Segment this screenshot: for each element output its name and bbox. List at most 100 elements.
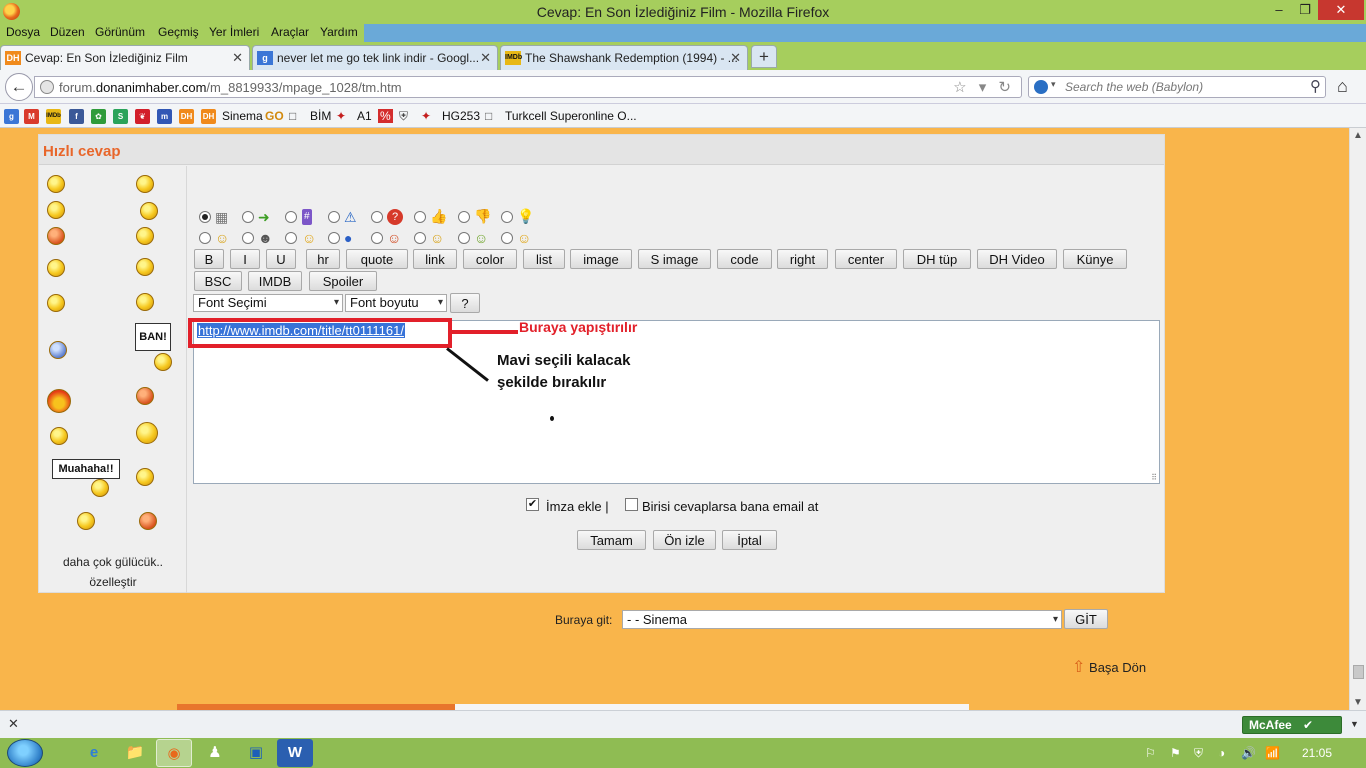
donanimhaber-icon[interactable]: DH [201, 109, 216, 124]
facebook-icon[interactable]: f [69, 109, 84, 124]
internet-explorer-icon[interactable]: e [76, 739, 112, 767]
google-icon[interactable]: g [4, 109, 19, 124]
post-icon-radio[interactable] [371, 211, 383, 223]
muahaha-sign-icon[interactable]: Muahaha!! [52, 459, 120, 479]
bookmark-sinema[interactable]: Sinema [222, 109, 263, 123]
imdb-button[interactable]: IMDB [248, 271, 302, 291]
more-smileys-link[interactable]: daha çok gülücük.. [39, 555, 187, 569]
page-scrollbar[interactable]: ▲ ▼ [1349, 128, 1366, 710]
dh-tup-button[interactable]: DH tüp [903, 249, 971, 269]
goto-button[interactable]: GİT [1064, 609, 1108, 629]
post-icon-radio[interactable] [285, 232, 297, 244]
italic-button[interactable]: I [230, 249, 260, 269]
post-icon-radio[interactable] [458, 232, 470, 244]
close-icon[interactable]: ✕ [8, 716, 19, 732]
bookmark-a1[interactable]: A1 [357, 109, 372, 123]
menu-view[interactable]: Görünüm [95, 25, 145, 39]
new-tab-button[interactable]: + [751, 45, 777, 68]
grin-icon[interactable] [136, 175, 154, 193]
search-engine-icon[interactable] [1034, 80, 1048, 94]
s-image-button[interactable]: S image [638, 249, 711, 269]
scroll-thumb[interactable] [1353, 665, 1364, 679]
huawei-icon[interactable]: ✦ [421, 109, 431, 123]
muahaha-smiley-icon[interactable] [91, 479, 109, 497]
blank-page-icon[interactable]: □ [485, 109, 492, 123]
site-identity-icon[interactable] [40, 80, 54, 94]
go-icon[interactable]: GO [265, 109, 284, 123]
post-icon-radio[interactable] [501, 211, 513, 223]
list-button[interactable]: list [523, 249, 565, 269]
center-button[interactable]: center [835, 249, 897, 269]
menu-tools[interactable]: Araçlar [271, 25, 309, 39]
thinking-icon[interactable] [47, 294, 65, 312]
action-center-icon[interactable]: ⚑ [1170, 746, 1181, 760]
chevron-down-icon[interactable]: ▼ [1350, 719, 1359, 729]
maximize-button[interactable]: ❐ [1292, 0, 1318, 20]
post-icon-radio[interactable] [501, 232, 513, 244]
code-button[interactable]: code [717, 249, 772, 269]
wifi-icon[interactable]: 📶 [1265, 746, 1280, 760]
shouting-icon[interactable] [136, 468, 154, 486]
ban-smiley-icon[interactable] [154, 353, 172, 371]
image-button[interactable]: image [570, 249, 632, 269]
ban-sign-icon[interactable]: BAN! [135, 323, 171, 351]
font-family-select[interactable]: Font Seçimi ▾ [193, 294, 343, 312]
post-icon-radio[interactable] [285, 211, 297, 223]
customize-link[interactable]: özelleştir [39, 575, 187, 589]
help-button[interactable]: ? [450, 293, 480, 313]
url-bar[interactable]: forum.donanimhaber.com/m_8819933/mpage_1… [34, 76, 1022, 98]
post-icon-radio[interactable] [458, 211, 470, 223]
signature-checkbox[interactable]: ✔ [526, 498, 539, 511]
bookmark-bim[interactable]: BİM [310, 109, 331, 123]
menu-file[interactable]: Dosya [6, 25, 40, 39]
bsc-button[interactable]: BSC [194, 271, 242, 291]
file-explorer-icon[interactable]: 📁 [117, 739, 153, 767]
search-icon[interactable]: ⚲ [1310, 77, 1321, 95]
word-icon[interactable]: W [277, 739, 313, 767]
preview-button[interactable]: Ön izle [653, 530, 716, 550]
underline-button[interactable]: U [266, 249, 296, 269]
worried-icon[interactable] [47, 201, 65, 219]
percent-icon[interactable]: % [378, 109, 393, 123]
network-app-icon[interactable]: ▣ [238, 739, 274, 767]
power-icon[interactable]: ◑ [1218, 746, 1225, 760]
shield-tray-icon[interactable]: ⛨ [1194, 746, 1203, 761]
smile-icon[interactable] [47, 175, 65, 193]
menu-help[interactable]: Yardım [320, 25, 358, 39]
bookmark-hg253[interactable]: HG253 [442, 109, 480, 123]
post-icon-radio[interactable] [371, 232, 383, 244]
post-icon-radio[interactable] [414, 211, 426, 223]
spoiler-button[interactable]: Spoiler [309, 271, 377, 291]
post-icon-radio[interactable] [328, 232, 340, 244]
url-text[interactable]: forum.donanimhaber.com/m_8819933/mpage_1… [59, 80, 402, 95]
binoculars-icon[interactable] [136, 293, 154, 311]
blue-face-icon[interactable] [49, 341, 67, 359]
post-icon-radio[interactable] [414, 232, 426, 244]
angry-icon[interactable] [47, 227, 65, 245]
on-fire-icon[interactable] [47, 389, 71, 413]
post-icon-radio[interactable] [328, 211, 340, 223]
minimize-button[interactable]: – [1266, 0, 1292, 20]
bookmark-star-icon[interactable]: ☆ ▾ ↻ [953, 78, 1015, 96]
police-icon[interactable] [136, 422, 158, 444]
home-icon[interactable]: ⌂ [1337, 76, 1348, 97]
green-app-icon[interactable]: S [113, 109, 128, 124]
bold-button[interactable]: B [194, 249, 224, 269]
tab-close-icon[interactable]: ✕ [480, 50, 491, 66]
resize-grip-icon[interactable]: ⠿ [1151, 473, 1157, 482]
chevron-down-icon[interactable]: ▾ [1051, 79, 1056, 90]
scroll-up-icon[interactable]: ▲ [1353, 130, 1363, 141]
volume-icon[interactable]: 🔊 [1241, 746, 1256, 760]
cowboy-icon[interactable] [50, 427, 68, 445]
close-window-button[interactable]: ✕ [1318, 0, 1364, 20]
menu-bookmarks[interactable]: Yer İmleri [209, 25, 259, 39]
red-logo-icon[interactable]: ❦ [135, 109, 150, 124]
tab-reply[interactable]: DH Cevap: En Son İzlediğiniz Film ✕ [0, 45, 250, 70]
imdb-icon[interactable]: IMDb [46, 109, 61, 124]
building-icon[interactable]: ⛨ [399, 109, 408, 124]
menu-history[interactable]: Geçmiş [158, 25, 199, 39]
search-input[interactable]: ▾ Search the web (Babylon) ⚲ [1028, 76, 1326, 98]
viking-icon[interactable] [77, 512, 95, 530]
quote-button[interactable]: quote [346, 249, 408, 269]
thumbs-up-icon[interactable] [136, 258, 154, 276]
